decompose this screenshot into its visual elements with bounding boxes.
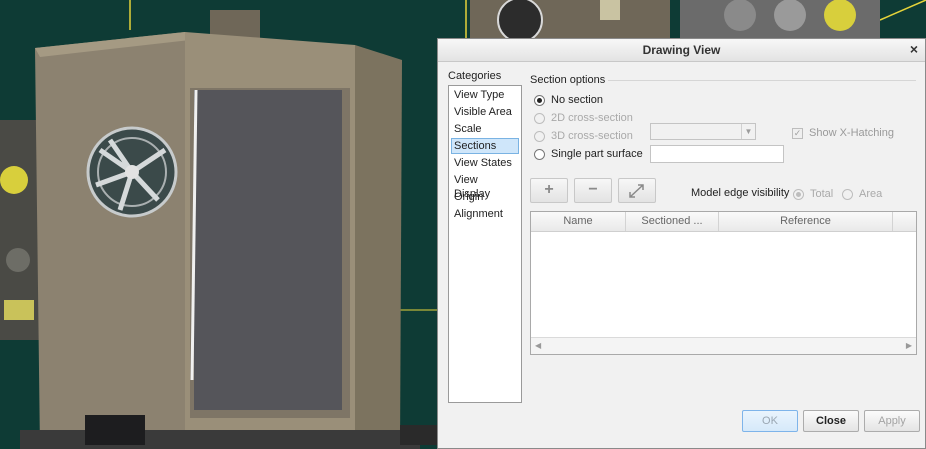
- show-hatching-option[interactable]: ✓ Show X-Hatching: [792, 125, 894, 141]
- single-part-label: Single part surface: [551, 148, 643, 160]
- edge-area-radio[interactable]: [842, 188, 853, 200]
- table-header: Name Sectioned ... Reference: [531, 212, 916, 232]
- no-section-option[interactable]: No section: [534, 92, 603, 108]
- single-part-radio[interactable]: [534, 148, 545, 160]
- col-name-header[interactable]: Name: [531, 212, 626, 231]
- drawing-view-dialog: Drawing View × Categories View Type Visi…: [437, 38, 926, 449]
- edge-area-label: Area: [859, 188, 883, 200]
- section-divider: [608, 80, 916, 81]
- add-section-button[interactable]: +: [530, 178, 568, 203]
- close-icon[interactable]: ×: [910, 41, 918, 57]
- no-section-radio[interactable]: [534, 94, 545, 106]
- dialog-titlebar[interactable]: Drawing View ×: [438, 39, 925, 62]
- no-section-label: No section: [551, 94, 603, 106]
- cross-section-dropdown[interactable]: ▼: [650, 123, 756, 140]
- categories-label: Categories: [448, 70, 502, 82]
- edge-total-label: Total: [810, 188, 834, 200]
- cross-3d-option[interactable]: 3D cross-section: [534, 128, 633, 144]
- edge-visibility-label: Model edge visibility: [691, 187, 790, 199]
- flip-section-button[interactable]: [618, 178, 656, 203]
- remove-section-button[interactable]: −: [574, 178, 612, 203]
- categories-list: View Type Visible Area Scale Sections Vi…: [448, 85, 522, 403]
- sections-table[interactable]: Name Sectioned ... Reference ◀ ▶: [530, 211, 917, 355]
- scroll-left-icon[interactable]: ◀: [535, 341, 541, 350]
- plus-icon: +: [544, 181, 554, 198]
- table-horizontal-scrollbar[interactable]: ◀ ▶: [531, 337, 916, 354]
- edge-total-option[interactable]: Total: [793, 186, 833, 202]
- cross-2d-option[interactable]: 2D cross-section: [534, 110, 633, 126]
- cross-2d-radio[interactable]: [534, 112, 545, 124]
- cross-3d-radio[interactable]: [534, 130, 545, 142]
- category-alignment[interactable]: Alignment: [451, 206, 519, 222]
- single-part-input[interactable]: [650, 145, 784, 163]
- single-part-option[interactable]: Single part surface: [534, 146, 643, 162]
- col-sectioned-header[interactable]: Sectioned ...: [626, 212, 719, 231]
- minus-icon: −: [588, 181, 598, 198]
- show-hatching-checkbox[interactable]: ✓: [792, 127, 803, 139]
- close-button[interactable]: Close: [803, 410, 859, 432]
- category-scale[interactable]: Scale: [451, 121, 519, 137]
- dialog-title: Drawing View: [642, 43, 721, 57]
- apply-button[interactable]: Apply: [864, 410, 920, 432]
- category-view-type[interactable]: View Type: [451, 87, 519, 103]
- show-hatching-label: Show X-Hatching: [809, 127, 894, 139]
- section-options-label: Section options: [530, 74, 606, 86]
- edge-area-option[interactable]: Area: [842, 186, 882, 202]
- ok-button[interactable]: OK: [742, 410, 798, 432]
- edge-total-radio[interactable]: [793, 188, 804, 200]
- flip-arrows-icon: [629, 184, 644, 198]
- col-reference-header[interactable]: Reference: [719, 212, 893, 231]
- scroll-right-icon[interactable]: ▶: [906, 341, 912, 350]
- category-origin[interactable]: Origin: [451, 189, 519, 205]
- cross-3d-label: 3D cross-section: [551, 130, 633, 142]
- category-sections[interactable]: Sections: [451, 138, 519, 154]
- category-visible-area[interactable]: Visible Area: [451, 104, 519, 120]
- chevron-down-icon: ▼: [741, 124, 755, 139]
- cross-2d-label: 2D cross-section: [551, 112, 633, 124]
- category-view-display[interactable]: View Display: [451, 172, 519, 200]
- category-view-states[interactable]: View States: [451, 155, 519, 171]
